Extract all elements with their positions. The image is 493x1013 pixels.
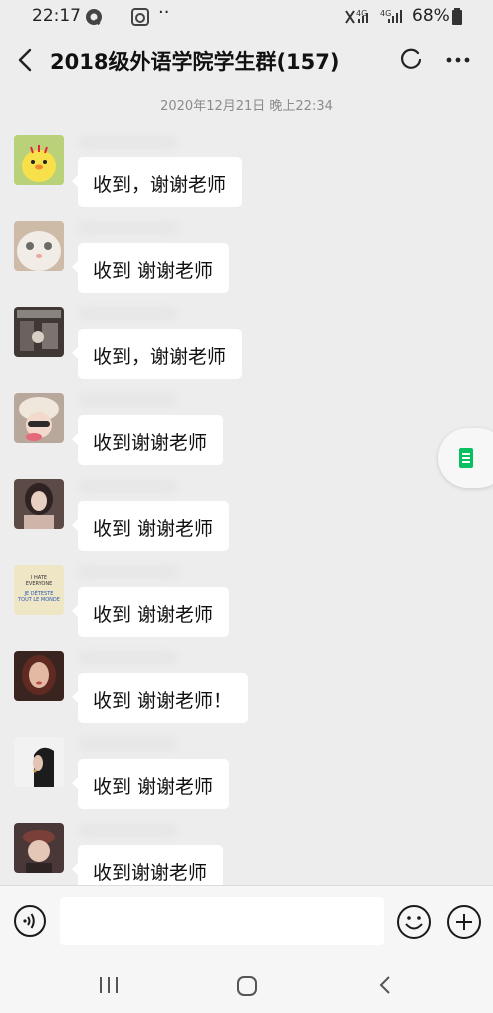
chat-message: 收到 谢谢老师！	[0, 651, 493, 737]
nickname-blurred	[78, 823, 178, 837]
message-bubble[interactable]: 收到 谢谢老师	[71, 243, 230, 293]
avatar[interactable]	[14, 651, 64, 701]
floating-document-button[interactable]	[438, 428, 493, 488]
nickname-blurred	[78, 135, 178, 149]
chat-message: 收到，谢谢老师	[0, 135, 493, 221]
avatar[interactable]	[14, 737, 64, 787]
message-bubble[interactable]: 收到，谢谢老师	[71, 157, 243, 207]
chat-message: 收到 谢谢老师	[0, 221, 493, 307]
avatar-text: TOUT LE MONDE	[18, 597, 60, 603]
emoji-icon[interactable]	[396, 904, 432, 940]
chat-timestamp: 2020年12月21日 晚上22:34	[160, 99, 333, 114]
back-icon[interactable]	[14, 46, 38, 74]
signal-icon: 4G 4G	[345, 9, 402, 24]
chat-header: 2018级外语学院学生群(157)	[0, 34, 493, 86]
document-icon	[459, 448, 473, 468]
avatar[interactable]	[14, 135, 64, 185]
avatar[interactable]	[14, 823, 64, 873]
nickname-blurred	[78, 479, 178, 493]
message-bubble[interactable]: 收到，谢谢老师	[71, 329, 243, 379]
photo-notification-icon	[131, 8, 149, 26]
avatar[interactable]	[14, 307, 64, 357]
message-bubble[interactable]: 收到 谢谢老师	[71, 501, 230, 551]
input-bar	[0, 885, 493, 957]
chat-message: I HATE EVERYONE JE DÉTESTE TOUT LE MONDE…	[0, 565, 493, 651]
svg-text:4G: 4G	[380, 9, 391, 18]
chat-message: 收到谢谢老师	[0, 393, 493, 479]
nickname-blurred	[78, 221, 178, 235]
refresh-icon[interactable]	[398, 47, 424, 73]
chat-message: 收到，谢谢老师	[0, 307, 493, 393]
system-back-icon[interactable]	[375, 973, 395, 997]
plus-icon[interactable]	[446, 904, 482, 940]
more-notifications-icon: ··	[158, 2, 170, 23]
avatar-text: EVERYONE	[25, 581, 53, 587]
battery-level: 68%	[412, 6, 450, 26]
svg-text:4G: 4G	[356, 9, 367, 18]
nickname-blurred	[78, 737, 178, 751]
status-bar: 22:17 ·· 4G 4G 68%	[0, 0, 493, 34]
app-notification-icon	[86, 9, 102, 26]
chat-message: 收到 谢谢老师	[0, 737, 493, 823]
status-time: 22:17	[32, 6, 81, 26]
recent-apps-icon[interactable]	[97, 975, 121, 995]
system-nav-bar	[0, 957, 493, 1013]
more-icon[interactable]	[444, 48, 472, 72]
avatar[interactable]	[14, 221, 64, 271]
avatar[interactable]	[14, 393, 64, 443]
message-bubble[interactable]: 收到 谢谢老师	[71, 759, 230, 809]
battery-icon	[452, 8, 462, 25]
nickname-blurred	[78, 307, 178, 321]
nickname-blurred	[78, 565, 178, 579]
voice-icon[interactable]	[13, 904, 47, 938]
nickname-blurred	[78, 651, 178, 665]
avatar[interactable]	[14, 479, 64, 529]
home-icon[interactable]	[235, 975, 259, 997]
nickname-blurred	[78, 393, 178, 407]
message-bubble[interactable]: 收到 谢谢老师！	[71, 673, 249, 723]
chat-message: 收到 谢谢老师	[0, 479, 493, 565]
message-bubble[interactable]: 收到谢谢老师	[71, 415, 224, 465]
chat-title: 2018级外语学院学生群(157)	[50, 50, 340, 74]
message-bubble[interactable]: 收到 谢谢老师	[71, 587, 230, 637]
avatar[interactable]: I HATE EVERYONE JE DÉTESTE TOUT LE MONDE	[14, 565, 64, 615]
message-input[interactable]	[60, 897, 384, 945]
